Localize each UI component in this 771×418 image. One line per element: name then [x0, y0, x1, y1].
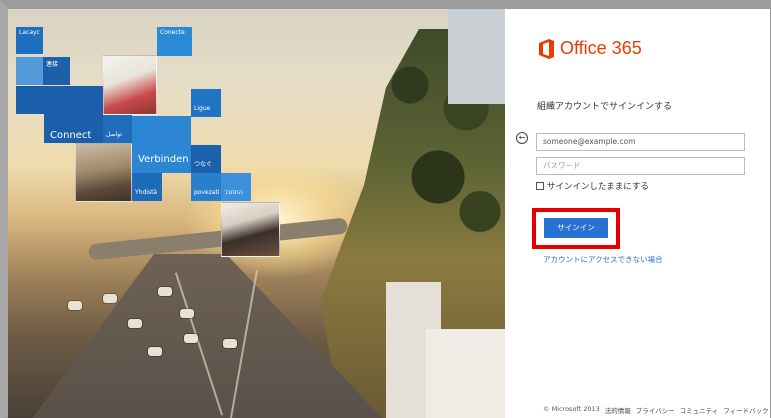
car [180, 309, 194, 318]
car [103, 294, 117, 303]
privacy-link[interactable]: プライバシー [636, 405, 675, 415]
car [184, 334, 198, 343]
back-arrow-icon[interactable]: ← [516, 132, 528, 144]
feedback-link[interactable]: フィードバック [723, 405, 768, 415]
car [223, 339, 237, 348]
tile-lacayc: Lacayc [16, 27, 43, 54]
signin-heading: 組織アカウントでサインインする [537, 102, 673, 112]
tile-connect: Connect [44, 86, 103, 143]
tile-hebrew: התחבר [221, 173, 251, 201]
tile-ligue: Ligue [191, 89, 221, 117]
tile-kanji: 連接 [43, 57, 70, 85]
car [158, 287, 172, 296]
stay-signed-in-row[interactable]: サインインしたままにする [536, 180, 649, 192]
legal-link[interactable]: 法的情報 [605, 405, 631, 415]
email-field[interactable]: someone@example.com [536, 133, 745, 151]
signin-button[interactable]: サインイン [544, 218, 608, 238]
tile-blank [16, 57, 43, 85]
brand-name: Office 365 [560, 38, 642, 58]
tile-arabic: تواصل [103, 115, 132, 143]
tile-blank [16, 86, 44, 114]
footer: © Microsoft 2013 法的情報 プライバシー コミュニティ フィード… [543, 405, 769, 415]
car [148, 347, 162, 356]
office-logo: Office 365 [538, 38, 642, 59]
copyright-text: © Microsoft 2013 [543, 405, 600, 413]
tile-verbinden: Verbinden [132, 116, 191, 173]
tile-yhdista: Yhdistä [132, 173, 162, 201]
building-block [426, 329, 505, 418]
password-field[interactable]: パスワード [536, 157, 745, 175]
stay-signed-in-checkbox[interactable] [536, 182, 544, 190]
building-tower [448, 9, 505, 104]
car [128, 319, 142, 328]
car [68, 301, 82, 310]
tile-conecte: Conecte [157, 27, 192, 56]
tile-povezati: povezati [191, 173, 221, 201]
office-logo-icon [538, 38, 555, 59]
photo-woman-phone [103, 55, 157, 115]
cant-access-link[interactable]: アカウントにアクセスできない場合 [543, 254, 663, 265]
tile-tsunagu: つなぐ [191, 145, 221, 173]
photo-couple-tablet [221, 202, 280, 257]
photo-man-laptop [75, 143, 132, 202]
stay-signed-in-label: サインインしたままにする [547, 182, 649, 192]
hero-image: Lacayc Conecte 連接 Ligue Connect تواصل Ve… [8, 9, 505, 418]
signin-panel: Office 365 組織アカウントでサインインする ← someone@exa… [505, 9, 770, 418]
community-link[interactable]: コミュニティ [680, 405, 719, 415]
window-frame: Lacayc Conecte 連接 Ligue Connect تواصل Ve… [0, 0, 771, 418]
